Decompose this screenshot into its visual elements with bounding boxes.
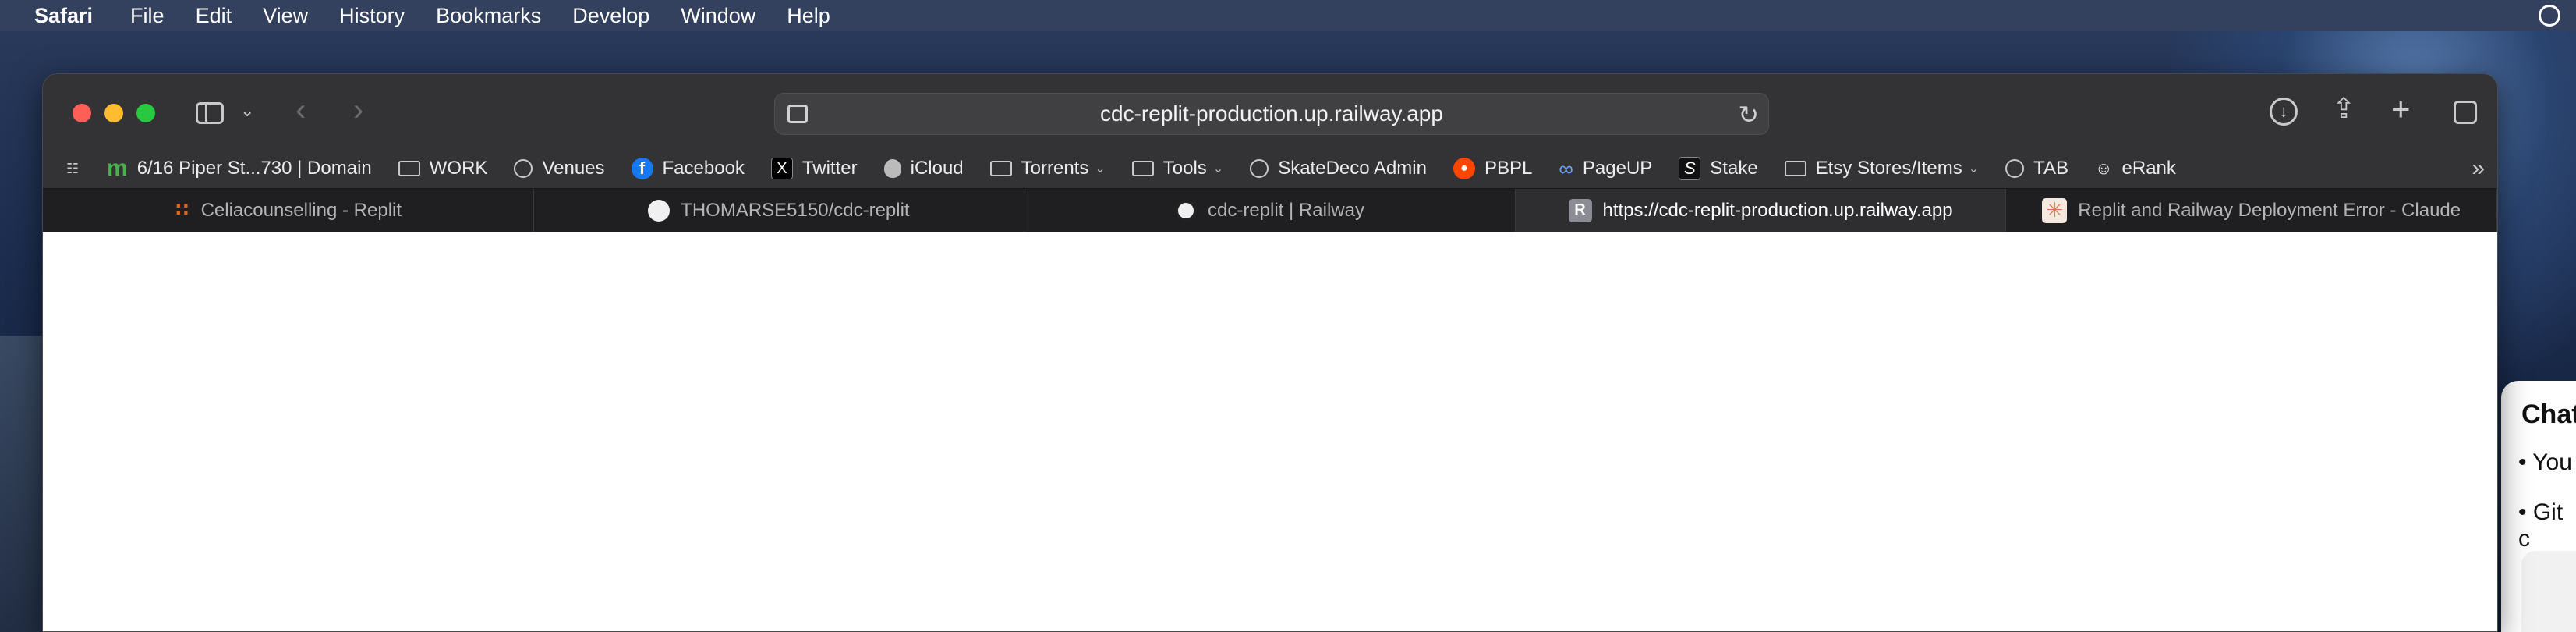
- claude-icon: ✳: [2042, 197, 2068, 223]
- forward-arrow-icon[interactable]: ›: [353, 94, 363, 126]
- menu-develop[interactable]: Develop: [572, 4, 649, 28]
- chat-panel-title: Chat: [2521, 399, 2576, 429]
- bookmark-erank[interactable]: ☺ eRank: [2095, 158, 2176, 179]
- chatgpt-menu-icon[interactable]: [2539, 5, 2560, 27]
- chat-panel-bullet: • You: [2518, 449, 2572, 475]
- back-arrow-icon[interactable]: ‹: [295, 94, 306, 126]
- x-logo-icon: X: [770, 158, 793, 179]
- bookmark-facebook[interactable]: f Facebook: [631, 158, 745, 179]
- tab-github[interactable]: THOMARSE5150/cdc-replit: [534, 189, 1025, 232]
- smiley-icon: ☺: [2095, 158, 2113, 178]
- new-tab-plus-icon[interactable]: +: [2391, 93, 2411, 126]
- replit-icon: ∷: [175, 200, 189, 221]
- tab-replit[interactable]: ∷ Celiacounselling - Replit: [43, 189, 534, 232]
- bookmark-pageup[interactable]: ∞ PageUP: [1559, 157, 1652, 181]
- address-bar[interactable]: cdc-replit-production.up.railway.app ↻: [774, 93, 1769, 135]
- domain-m-icon: m: [107, 155, 128, 181]
- github-icon: [648, 199, 671, 222]
- menu-edit[interactable]: Edit: [196, 4, 232, 28]
- bookmarks-bar: ☷ m 6/16 Piper St...730 | Domain WORK Ve…: [43, 149, 2497, 188]
- menu-bookmarks[interactable]: Bookmarks: [436, 4, 541, 28]
- more-bookmarks-chevron-icon[interactable]: »: [2472, 155, 2485, 182]
- address-bar-url[interactable]: cdc-replit-production.up.railway.app: [775, 94, 1768, 134]
- menu-file[interactable]: File: [130, 4, 165, 28]
- page-content[interactable]: [43, 232, 2497, 631]
- bookmark-torrents-folder[interactable]: Torrents ⌄: [989, 158, 1106, 179]
- menu-app-safari[interactable]: Safari: [34, 4, 93, 28]
- facebook-icon: f: [631, 158, 653, 179]
- tab-claude[interactable]: ✳ Replit and Railway Deployment Error - …: [2006, 189, 2497, 232]
- tab-bar: ∷ Celiacounselling - Replit THOMARSE5150…: [43, 188, 2497, 232]
- menu-bar: Safari File Edit View History Bookmarks …: [0, 0, 2576, 31]
- menu-history[interactable]: History: [339, 4, 405, 28]
- tab-production-app[interactable]: R https://cdc-replit-production.up.railw…: [1515, 189, 2007, 232]
- safari-toolbar: ⌄ ‹ › cdc-replit-production.up.railway.a…: [43, 74, 2497, 149]
- bookmark-domain[interactable]: m 6/16 Piper St...730 | Domain: [107, 155, 372, 182]
- share-icon[interactable]: ⇪: [2332, 94, 2355, 122]
- bookmark-twitter[interactable]: X Twitter: [770, 158, 858, 179]
- menu-window[interactable]: Window: [681, 4, 755, 28]
- apple-icon: [883, 159, 901, 178]
- folder-icon: [1131, 161, 1154, 176]
- sidebar-toggle-icon[interactable]: [196, 102, 224, 124]
- tab-overview-icon[interactable]: [2454, 101, 2477, 124]
- tab-railway[interactable]: cdc-replit | Railway: [1024, 189, 1516, 232]
- stake-icon: S: [1679, 157, 1701, 180]
- globe-icon: [2005, 159, 2025, 178]
- zoom-window-button[interactable]: [136, 104, 155, 122]
- bookmark-work-folder[interactable]: WORK: [398, 158, 487, 179]
- pageup-icon: ∞: [1559, 156, 1573, 180]
- folder-icon: [989, 161, 1012, 176]
- bookmark-stake[interactable]: S Stake: [1679, 157, 1758, 180]
- globe-icon: [1250, 159, 1269, 178]
- safari-window: ⌄ ‹ › cdc-replit-production.up.railway.a…: [42, 73, 2498, 632]
- menu-view[interactable]: View: [263, 4, 308, 28]
- bookmark-icloud[interactable]: iCloud: [883, 158, 964, 179]
- menu-help[interactable]: Help: [787, 4, 830, 28]
- bookmark-venues[interactable]: Venues: [514, 158, 605, 179]
- bookmark-pbpl[interactable]: ● PBPL: [1453, 158, 1532, 179]
- close-window-button[interactable]: [73, 104, 91, 122]
- folder-icon: [398, 161, 420, 176]
- minimize-window-button[interactable]: [104, 104, 123, 122]
- r-letter-icon: R: [1568, 198, 1592, 222]
- apps-grid-icon[interactable]: ☷: [66, 161, 85, 176]
- bookmark-skatedeco-admin[interactable]: SkateDeco Admin: [1250, 158, 1427, 179]
- globe-icon: [514, 159, 533, 178]
- chat-panel-input[interactable]: [2521, 551, 2576, 632]
- bookmark-tools-folder[interactable]: Tools ⌄: [1131, 158, 1224, 179]
- background-chat-panel: Chat • You • Git c: [2501, 381, 2576, 632]
- reload-icon[interactable]: ↻: [1738, 100, 1759, 130]
- download-icon[interactable]: ↓: [2270, 98, 2298, 126]
- chevron-down-icon: ⌄: [1212, 162, 1224, 176]
- reddit-icon: ●: [1453, 158, 1475, 179]
- railway-icon: [1175, 199, 1197, 222]
- folder-icon: [1784, 161, 1806, 176]
- bookmark-tab[interactable]: TAB: [2005, 158, 2068, 179]
- bookmark-etsy-folder[interactable]: Etsy Stores/Items ⌄: [1784, 158, 1980, 179]
- chevron-down-icon[interactable]: ⌄: [240, 102, 254, 119]
- chevron-down-icon: ⌄: [1095, 162, 1106, 176]
- chevron-down-icon: ⌄: [1968, 162, 1980, 176]
- chat-panel-bullet: • Git c: [2518, 499, 2564, 552]
